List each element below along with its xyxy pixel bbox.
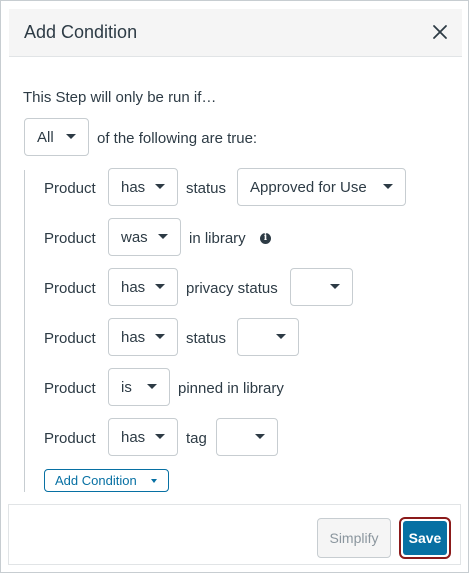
info-icon[interactable]: i (260, 233, 271, 244)
condition-operator-select[interactable]: is (108, 368, 170, 406)
condition-group-bracket (24, 170, 25, 492)
condition-subject: Product (44, 430, 96, 447)
dialog-footer (8, 504, 461, 565)
chevron-down-icon (155, 284, 165, 289)
chevron-down-icon (147, 384, 157, 389)
simplify-button[interactable]: Simplify (317, 518, 391, 558)
chevron-down-icon (151, 478, 157, 483)
condition-subject: Product (44, 180, 96, 197)
condition-operator-select[interactable]: was (108, 218, 181, 256)
condition-field: in library (189, 230, 246, 247)
dialog-title: Add Condition (24, 22, 138, 42)
condition-field: tag (186, 430, 207, 447)
condition-operator-select[interactable]: has (108, 418, 178, 456)
chevron-down-icon (255, 434, 265, 439)
chevron-down-icon (158, 234, 168, 239)
intro-text: This Step will only be run if… (23, 89, 217, 106)
operator-value: has (121, 328, 146, 346)
condition-field: pinned in library (178, 380, 284, 397)
chevron-down-icon (155, 184, 165, 189)
value-text: Approved for Use (250, 178, 367, 196)
chevron-down-icon (155, 434, 165, 439)
condition-value-select[interactable] (237, 318, 299, 356)
close-icon[interactable] (428, 20, 452, 44)
operator-value: has (121, 178, 146, 196)
condition-subject: Product (44, 380, 96, 397)
quantifier-value: All (37, 128, 54, 146)
condition-operator-select[interactable]: has (108, 168, 178, 206)
chevron-down-icon (155, 334, 165, 339)
chevron-down-icon (66, 134, 76, 139)
condition-field: privacy status (186, 280, 278, 297)
condition-value-select[interactable] (216, 418, 278, 456)
condition-field: status (186, 180, 227, 197)
condition-subject: Product (44, 230, 96, 247)
condition-field: status (186, 330, 227, 347)
chevron-down-icon (383, 184, 393, 189)
condition-value-select[interactable] (290, 268, 353, 306)
save-button[interactable]: Save (403, 521, 447, 555)
operator-value: is (121, 378, 132, 396)
add-condition-button[interactable]: Add Condition (44, 469, 169, 492)
operator-value: has (121, 428, 146, 446)
quantifier-select[interactable]: All (24, 118, 89, 156)
chevron-down-icon (276, 334, 286, 339)
intro-suffix: of the following are true: (97, 130, 258, 147)
condition-subject: Product (44, 280, 96, 297)
condition-value-select[interactable]: Approved for Use (237, 168, 406, 206)
operator-value: was (121, 228, 148, 246)
condition-subject: Product (44, 330, 96, 347)
condition-operator-select[interactable]: has (108, 268, 178, 306)
dialog-header: Add Condition (9, 9, 462, 57)
condition-operator-select[interactable]: has (108, 318, 178, 356)
chevron-down-icon (330, 284, 340, 289)
operator-value: has (121, 278, 146, 296)
add-condition-label: Add Condition (55, 473, 137, 488)
